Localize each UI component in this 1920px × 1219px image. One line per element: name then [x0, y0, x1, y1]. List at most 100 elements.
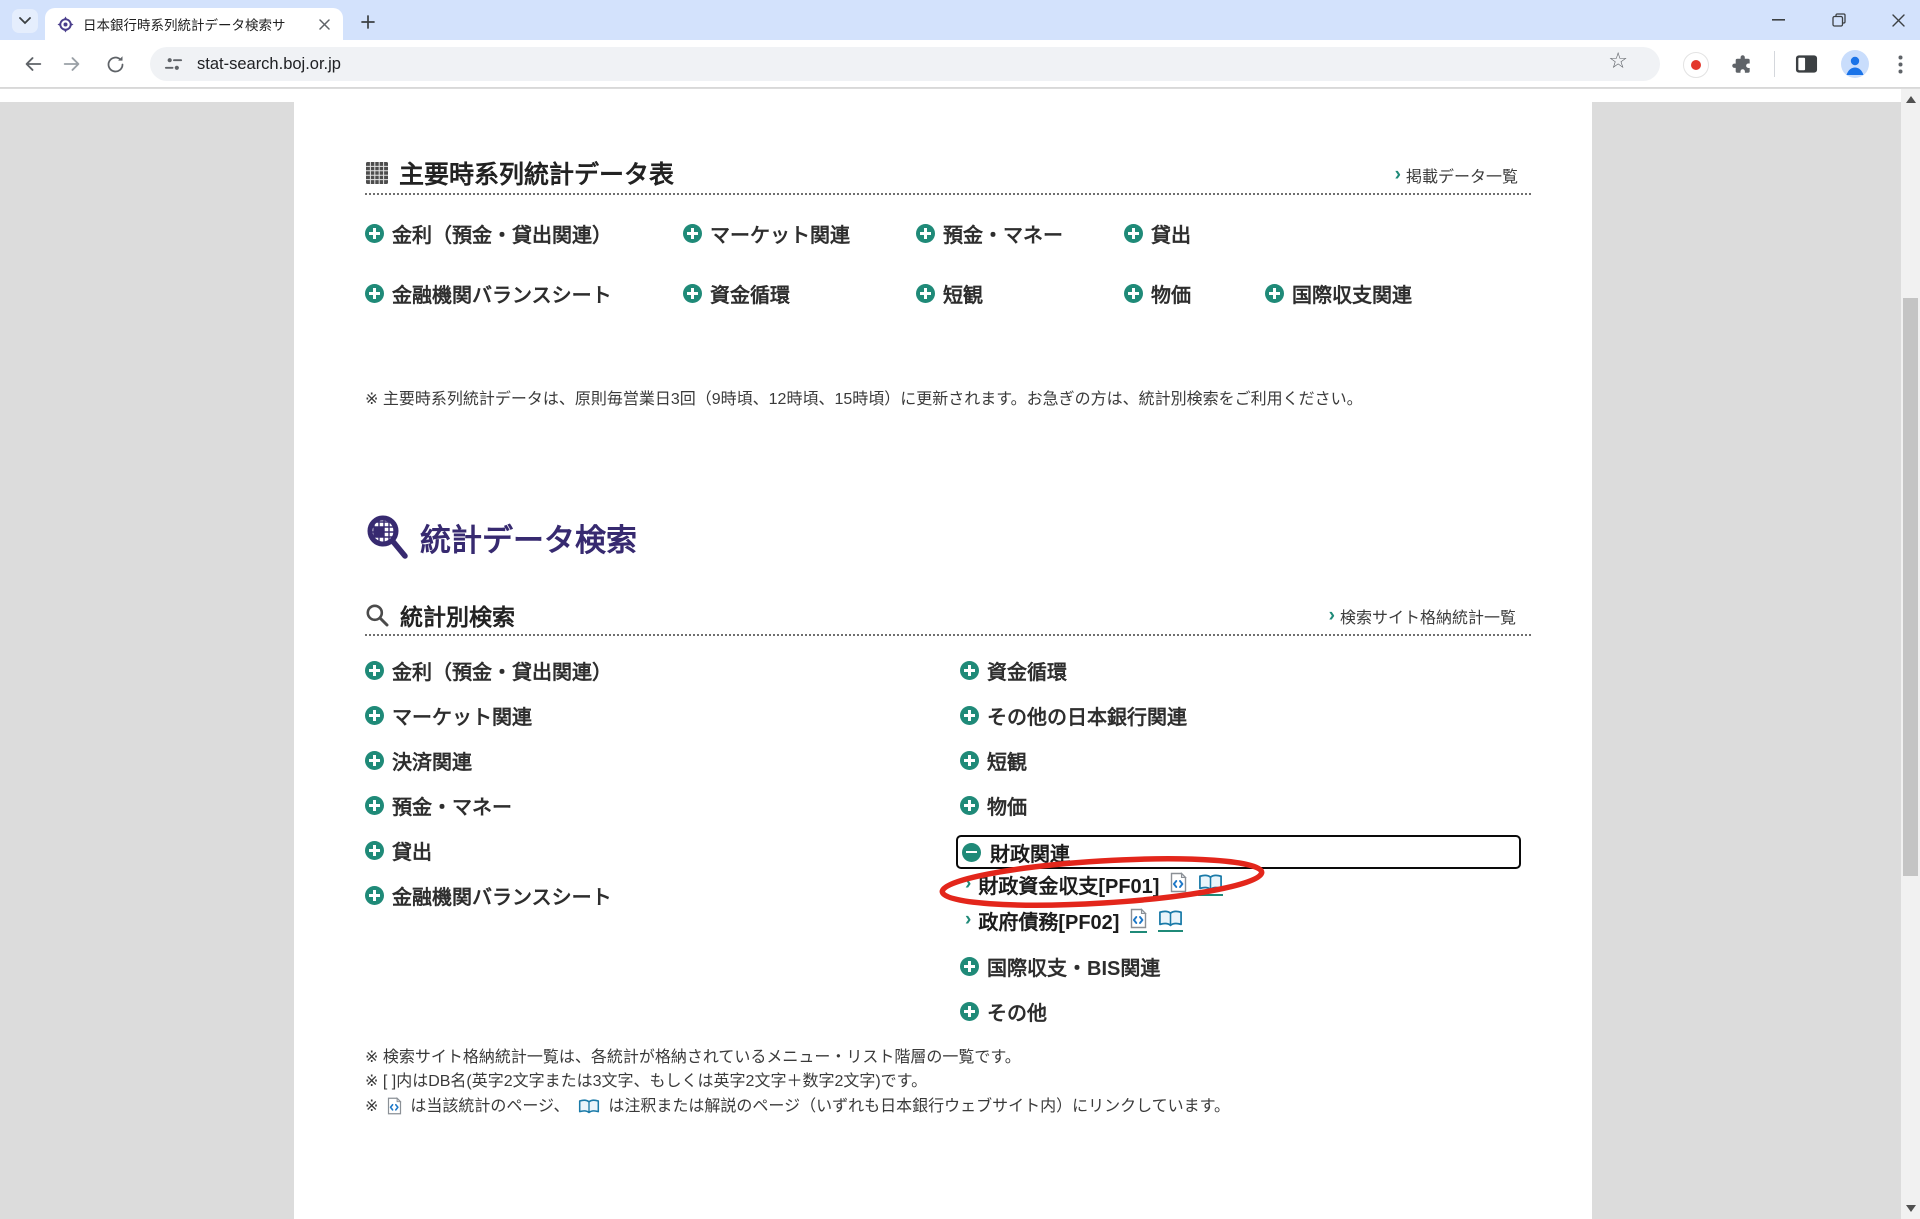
back-button[interactable] — [21, 52, 45, 76]
red-dot-icon — [1691, 60, 1701, 70]
plus-icon — [683, 224, 702, 243]
footnote-icons: ※ は当該統計のページ、 は注釈または解説のページ（いずれも日本銀行ウェブサイト… — [365, 1092, 1230, 1116]
sub-link-pf01[interactable]: › 財政資金収支[PF01] — [965, 870, 1223, 899]
stat-link[interactable]: 国際収支関連 — [1265, 279, 1412, 308]
plus-icon — [960, 661, 979, 680]
stat-link[interactable]: 資金循環 — [960, 656, 1067, 685]
person-icon — [1841, 50, 1869, 78]
stat-link[interactable]: 金利（預金・貸出関連） — [365, 219, 683, 248]
plus-icon — [365, 706, 384, 725]
plus-icon — [365, 284, 384, 303]
plus-icon — [960, 706, 979, 725]
stat-link[interactable]: 金融機関バランスシート — [365, 279, 683, 308]
side-panel-button[interactable] — [1794, 52, 1818, 76]
plus-icon — [960, 796, 979, 815]
stored-stats-list-link[interactable]: › 検索サイト格納統計一覧 — [1329, 604, 1516, 628]
divider-dotted — [365, 634, 1531, 636]
footnote: ※ 検索サイト格納統計一覧は、各統計が格納されているメニュー・リスト階層の一覧で… — [365, 1043, 1021, 1067]
stat-notes-link[interactable] — [1158, 909, 1183, 932]
reload-button[interactable] — [103, 52, 127, 76]
scrollbar-thumb[interactable] — [1903, 298, 1918, 876]
plus-icon — [365, 661, 384, 680]
site-favicon-icon — [57, 16, 74, 33]
plus-icon — [960, 1002, 979, 1021]
stat-link[interactable]: マーケット関連 — [683, 219, 916, 248]
scroll-down-button[interactable] — [1901, 1200, 1920, 1217]
stat-link[interactable]: 預金・マネー — [916, 219, 1124, 248]
stat-link[interactable]: 金利（預金・貸出関連） — [365, 656, 612, 685]
stat-link[interactable]: 貸出 — [1124, 219, 1265, 248]
profile-avatar[interactable] — [1841, 50, 1869, 78]
stat-link[interactable]: 貸出 — [365, 836, 432, 865]
active-tab[interactable]: 日本銀行時系列統計データ検索サ — [45, 8, 343, 40]
main-data-row-2: 金融機関バランスシート 資金循環 短観 物価 国際収支関連 — [365, 279, 1412, 305]
grid-magnifier-icon — [366, 514, 410, 561]
stat-link[interactable]: 物価 — [960, 791, 1027, 820]
stored-stats-link-label: 検索サイト格納統計一覧 — [1340, 604, 1516, 628]
forward-button[interactable] — [60, 52, 84, 76]
footnote: ※ [ ]内はDB名(英字2文字または3文字、もしくは英字2文字＋数字2文字)で… — [365, 1067, 927, 1091]
book-icon — [1158, 909, 1183, 928]
tab-search-button[interactable] — [12, 9, 38, 33]
minus-icon — [962, 843, 981, 862]
plus-icon — [365, 796, 384, 815]
stat-link-fiscal-expanded[interactable]: 財政関連 — [956, 835, 1521, 869]
extensions-button[interactable] — [1730, 52, 1754, 76]
search-section-header: 統計データ検索 — [366, 514, 637, 561]
plus-icon — [365, 886, 384, 905]
plus-icon — [960, 957, 979, 976]
window-minimize-button[interactable] — [1755, 0, 1801, 40]
three-dot-icon — [1898, 55, 1903, 74]
stat-link[interactable]: 短観 — [916, 279, 1124, 308]
stat-link[interactable]: 資金循環 — [683, 279, 916, 308]
triangle-up-icon — [1906, 96, 1916, 103]
site-info-icon — [164, 55, 183, 73]
content-column: 主要時系列統計データ表 › 掲載データ一覧 金利（預金・貸出関連） マーケット関… — [294, 89, 1592, 1219]
triangle-down-icon — [1906, 1205, 1916, 1212]
url-text: stat-search.boj.or.jp — [197, 55, 341, 74]
stat-notes-link[interactable] — [1198, 873, 1223, 896]
tab-close-icon[interactable] — [316, 16, 333, 33]
stat-page-icon — [1170, 872, 1187, 893]
stat-link[interactable]: 物価 — [1124, 279, 1265, 308]
address-bar[interactable]: stat-search.boj.or.jp — [150, 47, 1660, 81]
data-list-link[interactable]: › 掲載データ一覧 — [1395, 163, 1518, 187]
stat-link[interactable]: マーケット関連 — [365, 701, 532, 730]
page-viewport: 主要時系列統計データ表 › 掲載データ一覧 金利（預金・貸出関連） マーケット関… — [0, 89, 1920, 1219]
back-arrow-icon — [22, 53, 44, 75]
vertical-scrollbar[interactable] — [1901, 89, 1920, 1219]
stat-link[interactable]: 金融機関バランスシート — [365, 881, 612, 910]
stat-link[interactable]: 決済関連 — [365, 746, 472, 775]
stat-link[interactable]: 短観 — [960, 746, 1027, 775]
plus-icon — [1124, 224, 1143, 243]
sub-link-pf02[interactable]: › 政府債務[PF02] — [965, 906, 1183, 935]
bookmark-star-icon[interactable]: ☆ — [1608, 50, 1628, 72]
chevron-down-icon — [19, 17, 31, 25]
stat-link[interactable]: 国際収支・BIS関連 — [960, 952, 1160, 981]
menu-button[interactable] — [1888, 52, 1912, 76]
chevron-right-icon: › — [965, 910, 971, 929]
side-panel-icon — [1795, 54, 1818, 74]
book-icon — [578, 1098, 600, 1115]
stat-link[interactable]: 預金・マネー — [365, 791, 512, 820]
plus-icon — [960, 751, 979, 770]
window-close-button[interactable] — [1875, 0, 1920, 40]
plus-icon — [1265, 284, 1284, 303]
new-tab-button[interactable] — [355, 9, 381, 35]
divider-dotted — [365, 193, 1531, 195]
scroll-up-button[interactable] — [1901, 91, 1920, 108]
stat-page-link[interactable] — [1170, 872, 1187, 897]
plus-icon — [916, 224, 935, 243]
tab-strip: 日本銀行時系列統計データ検索サ — [0, 0, 1920, 40]
close-icon — [1892, 14, 1905, 27]
reload-icon — [105, 54, 126, 75]
chevron-right-icon: › — [965, 874, 971, 893]
stat-link[interactable]: その他の日本銀行関連 — [960, 701, 1187, 730]
stat-link[interactable]: その他 — [960, 997, 1047, 1026]
chevron-right-icon: › — [1329, 606, 1335, 625]
window-restore-button[interactable] — [1816, 0, 1862, 40]
plus-icon — [683, 284, 702, 303]
stat-page-link[interactable] — [1130, 908, 1147, 933]
recorder-extension-icon[interactable] — [1683, 52, 1709, 78]
browser-toolbar: stat-search.boj.or.jp ☆ — [0, 40, 1920, 88]
